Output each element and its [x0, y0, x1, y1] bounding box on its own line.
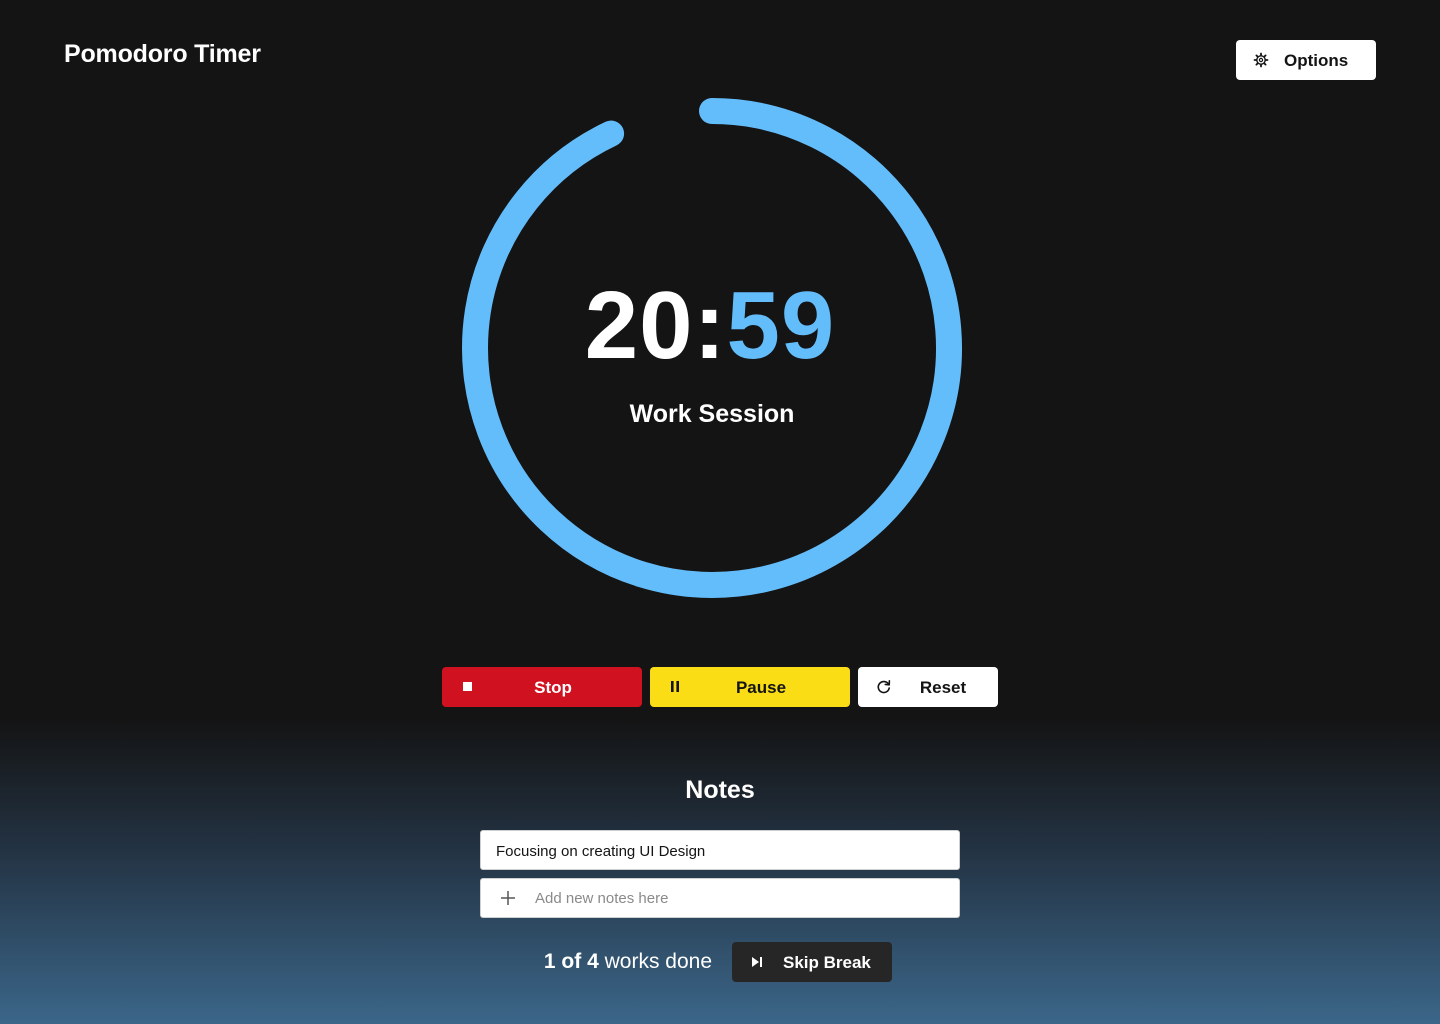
work-progress: 1 of 4 works done [500, 950, 712, 974]
session-label: Work Session [629, 400, 795, 428]
reset-label: Reset [919, 678, 967, 697]
notes-title: Notes [685, 776, 755, 804]
pause-label: Pause [735, 678, 787, 697]
app-title: Pomodoro Timer [64, 40, 261, 68]
add-note-field[interactable] [480, 878, 960, 918]
stop-label: Stop [534, 678, 572, 697]
skip-forward-icon [752, 957, 762, 967]
timer-separator: : [693, 272, 727, 379]
stop-button[interactable]: Stop [442, 667, 642, 707]
skip-break-button[interactable]: Skip Break [732, 942, 892, 982]
work-progress-suffix: works done [604, 950, 712, 973]
plus-icon[interactable] [500, 890, 516, 906]
options-button[interactable]: Options [1236, 40, 1376, 80]
timer-minutes: 20 [584, 272, 694, 379]
options-label: Options [1284, 51, 1349, 70]
pause-button[interactable]: Pause [650, 667, 850, 707]
reset-button[interactable]: Reset [858, 667, 998, 707]
note-item[interactable]: Focusing on creating UI Design [480, 830, 960, 870]
work-progress-count: 1 of 4 [543, 950, 599, 973]
timer-display: 20:59 [460, 276, 960, 376]
timer-seconds: 59 [726, 272, 836, 379]
add-note-input[interactable] [535, 879, 945, 917]
gear-icon [1253, 52, 1269, 68]
skip-break-label: Skip Break [783, 953, 871, 972]
